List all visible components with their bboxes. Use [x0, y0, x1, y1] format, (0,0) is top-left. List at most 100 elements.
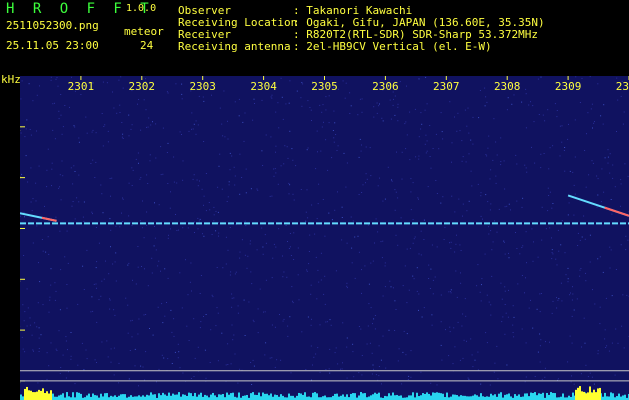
- noise-pixel: [410, 209, 412, 211]
- noise-pixel: [402, 285, 404, 287]
- noise-pixel: [372, 260, 374, 262]
- noise-pixel: [430, 268, 432, 270]
- noise-pixel: [289, 233, 291, 234]
- noise-pixel: [404, 265, 406, 267]
- noise-pixel: [568, 123, 569, 125]
- noise-pixel: [580, 268, 582, 269]
- noise-pixel: [95, 227, 97, 228]
- noise-pixel: [259, 288, 261, 290]
- noise-pixel: [426, 103, 428, 105]
- noise-pixel: [30, 134, 32, 136]
- noise-pixel: [556, 297, 557, 299]
- noise-pixel: [431, 314, 433, 316]
- noise-pixel: [256, 188, 258, 190]
- noise-pixel: [275, 111, 277, 113]
- power-bar: [370, 395, 372, 400]
- noise-pixel: [310, 109, 312, 111]
- noise-pixel: [368, 303, 370, 305]
- noise-pixel: [525, 93, 527, 95]
- noise-pixel: [354, 236, 356, 238]
- noise-pixel: [227, 249, 229, 251]
- noise-pixel: [265, 342, 267, 344]
- noise-pixel: [533, 121, 535, 123]
- noise-pixel: [292, 302, 294, 304]
- noise-pixel: [36, 130, 37, 132]
- noise-pixel: [410, 191, 412, 193]
- noise-pixel: [557, 299, 559, 301]
- noise-pixel: [110, 195, 111, 197]
- noise-pixel: [173, 181, 175, 183]
- noise-pixel: [138, 318, 140, 320]
- noise-pixel: [110, 361, 112, 363]
- noise-pixel: [352, 351, 354, 353]
- noise-pixel: [155, 249, 157, 251]
- noise-pixel: [146, 224, 148, 226]
- noise-pixel: [48, 311, 50, 313]
- noise-pixel: [144, 379, 146, 381]
- noise-pixel: [345, 82, 347, 84]
- noise-pixel: [107, 356, 109, 358]
- noise-pixel: [29, 324, 31, 326]
- noise-pixel: [374, 328, 376, 330]
- power-bar: [468, 396, 470, 400]
- noise-pixel: [544, 367, 546, 369]
- noise-pixel: [591, 160, 593, 162]
- power-bar: [364, 393, 366, 400]
- noise-pixel: [199, 293, 201, 294]
- noise-pixel: [334, 209, 336, 211]
- power-bar: [94, 395, 96, 400]
- noise-pixel: [361, 111, 363, 113]
- noise-pixel: [591, 376, 593, 378]
- noise-pixel: [33, 350, 34, 352]
- noise-pixel: [568, 202, 570, 204]
- noise-pixel: [358, 251, 360, 253]
- power-bar: [422, 393, 424, 400]
- noise-pixel: [359, 98, 361, 100]
- power-bar: [110, 395, 112, 400]
- noise-pixel: [23, 320, 25, 322]
- noise-pixel: [456, 234, 457, 236]
- noise-pixel: [365, 173, 367, 175]
- noise-pixel: [460, 282, 462, 284]
- noise-pixel: [361, 192, 363, 193]
- noise-pixel: [319, 324, 321, 326]
- noise-pixel: [361, 269, 362, 271]
- noise-pixel: [471, 185, 473, 187]
- power-bar: [514, 394, 516, 400]
- power-bar: [552, 392, 554, 400]
- noise-pixel: [174, 351, 176, 353]
- noise-pixel: [364, 265, 366, 267]
- noise-pixel: [26, 325, 28, 327]
- noise-pixel: [250, 362, 252, 363]
- noise-pixel: [82, 265, 84, 267]
- noise-pixel: [401, 151, 403, 153]
- noise-pixel: [181, 307, 183, 309]
- noise-pixel: [147, 126, 149, 128]
- noise-pixel: [140, 129, 142, 131]
- noise-pixel: [454, 251, 456, 253]
- power-bar: [146, 394, 148, 400]
- noise-pixel: [539, 361, 541, 363]
- power-bar: [274, 394, 276, 400]
- noise-pixel: [317, 269, 319, 271]
- noise-pixel: [397, 120, 399, 122]
- noise-pixel: [389, 280, 391, 282]
- noise-pixel: [283, 163, 285, 165]
- noise-pixel: [316, 218, 318, 220]
- noise-pixel: [461, 140, 463, 142]
- noise-pixel: [170, 191, 171, 193]
- noise-pixel: [225, 364, 227, 366]
- power-bar: [160, 395, 162, 400]
- power-bar: [76, 392, 78, 400]
- noise-pixel: [190, 262, 192, 264]
- noise-pixel: [421, 123, 423, 125]
- noise-pixel: [444, 226, 446, 228]
- noise-pixel: [215, 210, 217, 212]
- noise-pixel: [567, 278, 569, 280]
- noise-pixel: [391, 180, 393, 182]
- noise-pixel: [525, 88, 527, 90]
- noise-pixel: [466, 340, 467, 342]
- noise-pixel: [496, 231, 498, 233]
- power-bar: [494, 394, 496, 400]
- noise-pixel: [155, 157, 157, 159]
